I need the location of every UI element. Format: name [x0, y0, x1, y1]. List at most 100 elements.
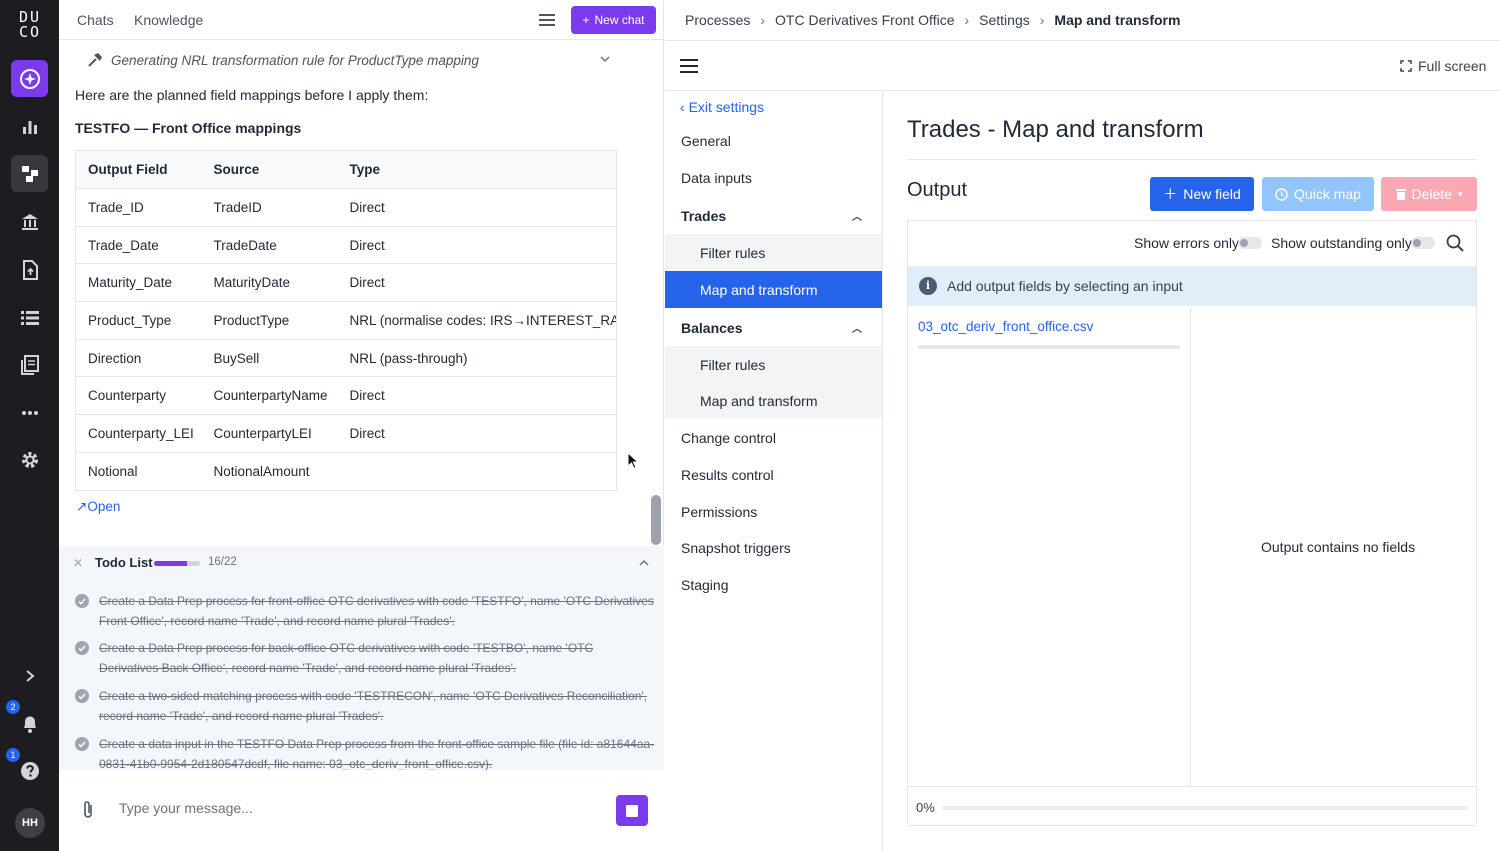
settings-gear-icon[interactable]: [11, 441, 48, 478]
breadcrumb-processes[interactable]: Processes: [685, 12, 750, 28]
show-outstanding-toggle[interactable]: [1411, 237, 1435, 249]
output-heading: Output: [907, 179, 968, 201]
check-icon: [75, 737, 89, 751]
nav-change-control[interactable]: Change control: [665, 419, 882, 456]
mappings-heading: TESTFO — Front Office mappings: [75, 120, 302, 136]
show-outstanding-label: Show outstanding only: [1271, 235, 1412, 251]
chat-panel: Chats Knowledge + New chat Generating NRL…: [59, 0, 664, 851]
nav-group-trades[interactable]: Trades ︿: [665, 197, 882, 234]
chevron-right-icon: ›: [760, 12, 766, 28]
clock-icon: [1275, 187, 1288, 201]
processes-icon[interactable]: [11, 155, 48, 192]
progress-percent: 0%: [916, 800, 935, 815]
input-file-link[interactable]: 03_otc_deriv_front_office.csv: [918, 319, 1093, 334]
table-cell: Counterparty: [75, 376, 202, 416]
user-avatar[interactable]: HH: [15, 808, 45, 838]
paperclip-icon[interactable]: [82, 800, 94, 820]
fullscreen-button[interactable]: Full screen: [1400, 58, 1486, 74]
nav-trades-map-transform[interactable]: Map and transform: [665, 271, 882, 308]
table-cell: Counterparty_LEI: [75, 414, 202, 453]
filter-toggles: Show errors only Show outstanding only: [908, 221, 1476, 265]
more-icon[interactable]: [11, 394, 48, 431]
show-errors-label: Show errors only: [1134, 235, 1240, 251]
bell-icon[interactable]: [11, 705, 48, 742]
exit-settings-link[interactable]: ‹ Exit settings: [680, 99, 764, 115]
tab-chats[interactable]: Chats: [77, 12, 114, 28]
message-composer: [59, 770, 664, 851]
table-row: Maturity_Date MaturityDate Direct: [75, 263, 617, 303]
table-cell: BuySell: [201, 339, 338, 378]
todo-title: Todo List: [95, 555, 153, 570]
app-main: Processes › OTC Derivatives Front Office…: [665, 0, 1500, 851]
nav-permissions[interactable]: Permissions: [665, 493, 882, 530]
table-row: Counterparty_LEI CounterpartyLEI Direct: [75, 414, 617, 453]
nav-general[interactable]: General: [665, 122, 882, 159]
chat-menu-icon[interactable]: [539, 14, 555, 26]
tab-knowledge[interactable]: Knowledge: [134, 12, 203, 28]
table-cell: Product_Type: [75, 301, 202, 340]
nav-results-control[interactable]: Results control: [665, 456, 882, 493]
show-errors-toggle[interactable]: [1238, 237, 1262, 249]
check-icon: [75, 594, 89, 608]
todo-item: Create a data input in the TESTFO Data P…: [75, 734, 655, 774]
progress-bar: [942, 806, 1468, 810]
column-header: Source: [201, 150, 338, 189]
breadcrumb-process[interactable]: OTC Derivatives Front Office: [775, 12, 954, 28]
todo-item: Create a two-sided matching process with…: [75, 686, 655, 726]
caret-down-icon: ▾: [1457, 188, 1463, 199]
new-chat-button[interactable]: + New chat: [571, 6, 656, 34]
column-header: Type: [337, 150, 617, 189]
inputs-column: 03_otc_deriv_front_office.csv: [908, 306, 1191, 786]
nav-balances-map-transform[interactable]: Map and transform: [665, 382, 882, 419]
open-table-link[interactable]: ↗Open: [76, 499, 120, 515]
trash-icon: [1395, 189, 1406, 200]
table-row: Direction BuySell NRL (pass-through): [75, 339, 617, 378]
nav-trades-filter-rules[interactable]: Filter rules: [665, 234, 882, 271]
close-icon[interactable]: ✕: [73, 556, 83, 570]
help-icon[interactable]: [11, 752, 48, 789]
search-icon[interactable]: [1446, 234, 1464, 252]
table-cell: NRL (normalise codes: IRS→INTEREST_RATE_…: [337, 301, 617, 340]
chat-scrollbar[interactable]: [651, 495, 661, 545]
message-input[interactable]: [119, 800, 599, 816]
page-title: Trades - Map and transform: [907, 116, 1204, 143]
dashboard-icon[interactable]: [11, 108, 48, 145]
chevron-down-icon[interactable]: [600, 56, 610, 63]
delete-button[interactable]: Delete ▾: [1381, 177, 1477, 211]
ai-assistant-icon[interactable]: [11, 60, 48, 97]
table-cell: Maturity_Date: [75, 263, 202, 303]
column-header: Output Field: [75, 150, 202, 189]
table-cell: TradeDate: [201, 226, 338, 265]
quick-map-button[interactable]: Quick map: [1262, 177, 1374, 211]
new-field-button[interactable]: ＋ New field: [1150, 177, 1254, 211]
reports-icon[interactable]: [11, 346, 48, 383]
stop-generation-button[interactable]: [616, 795, 648, 826]
bank-icon[interactable]: [11, 203, 48, 240]
divider: [907, 159, 1477, 160]
nav-balances-filter-rules[interactable]: Filter rules: [665, 346, 882, 383]
duco-logo: DU CO: [18, 8, 42, 41]
table-cell: TradeID: [201, 188, 338, 227]
table-cell: Direct: [337, 188, 617, 227]
chevron-up-icon[interactable]: [639, 559, 649, 566]
nav-data-inputs[interactable]: Data inputs: [665, 159, 882, 196]
table-cell: Direct: [337, 376, 617, 416]
app-rail: DU CO 2 1 HH: [0, 0, 59, 851]
check-icon: [75, 689, 89, 703]
chevron-up-icon: ︿: [852, 324, 862, 335]
tool-call-status[interactable]: Generating NRL transformation rule for P…: [87, 52, 617, 68]
table-cell: Direct: [337, 263, 617, 303]
table-row: Trade_ID TradeID Direct: [75, 188, 617, 227]
breadcrumb-settings[interactable]: Settings: [979, 12, 1030, 28]
table-cell: Notional: [75, 452, 202, 491]
expand-chevron-icon[interactable]: [11, 657, 48, 694]
chevron-up-icon: ︿: [852, 212, 862, 223]
menu-icon[interactable]: [680, 59, 698, 73]
list-icon[interactable]: [11, 299, 48, 336]
table-cell: [337, 452, 617, 491]
nav-snapshot-triggers[interactable]: Snapshot triggers: [665, 529, 882, 566]
file-upload-icon[interactable]: [11, 251, 48, 288]
table-cell: CounterpartyName: [201, 376, 338, 416]
nav-group-balances[interactable]: Balances ︿: [665, 309, 882, 346]
nav-staging[interactable]: Staging: [665, 566, 882, 603]
